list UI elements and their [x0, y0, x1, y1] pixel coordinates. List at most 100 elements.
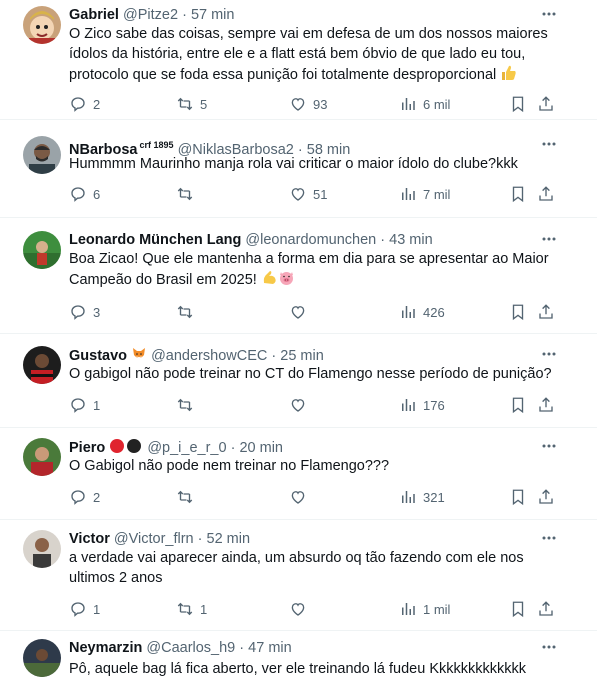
tweet[interactable]: Gustavo @andershowCEC · 25 min O gabigol… [0, 334, 597, 428]
author-handle[interactable]: @p_i_e_r_0 [147, 440, 226, 456]
share-button[interactable] [537, 94, 555, 114]
author-handle[interactable]: @Pitze2 [123, 7, 178, 23]
views-button[interactable]: 426 [399, 302, 445, 322]
views-count: 426 [423, 304, 445, 320]
tweet-text-line: ultimos 2 anos [69, 570, 163, 586]
like-button[interactable] [289, 395, 313, 415]
author-handle[interactable]: @Caarlos_h9 [146, 640, 235, 656]
reply-button[interactable]: 6 [69, 184, 100, 204]
timestamp[interactable]: 43 min [389, 232, 433, 248]
reply-button[interactable]: 1 [69, 599, 100, 619]
bookmark-button[interactable] [509, 487, 527, 507]
more-icon[interactable] [541, 346, 557, 362]
author-name[interactable]: Neymarzin [69, 640, 142, 656]
bookmark-button[interactable] [509, 184, 527, 204]
reply-button[interactable]: 2 [69, 94, 100, 114]
retweet-button[interactable] [176, 184, 200, 204]
more-icon[interactable] [541, 530, 557, 546]
retweet-button[interactable] [176, 487, 200, 507]
bookmark-button[interactable] [509, 599, 527, 619]
views-count: 7 mil [423, 186, 451, 202]
share-icon [539, 96, 553, 111]
like-button[interactable]: 93 [289, 94, 327, 114]
more-icon[interactable] [541, 6, 557, 22]
share-button[interactable] [537, 184, 555, 204]
views-button[interactable]: 6 mil [399, 94, 450, 114]
more-icon[interactable] [541, 231, 557, 247]
reply-button[interactable]: 2 [69, 487, 100, 507]
views-chart-icon [402, 306, 415, 318]
bookmark-icon [512, 304, 524, 321]
author-handle[interactable]: @Victor_flrn [114, 531, 194, 547]
tweet[interactable]: Victor @Victor_flrn · 52 min a verdade v… [0, 520, 597, 631]
views-button[interactable]: 321 [399, 487, 445, 507]
views-button[interactable]: 7 mil [399, 184, 450, 204]
like-button[interactable] [289, 487, 313, 507]
author-name[interactable]: Gustavo [69, 348, 127, 364]
bookmark-icon [512, 601, 524, 618]
like-button[interactable] [289, 302, 313, 322]
tweet-actions: 2 5 93 6 mil [69, 94, 557, 114]
timestamp[interactable]: 52 min [207, 531, 251, 547]
author-handle[interactable]: @andershowCEC [151, 348, 267, 364]
reply-icon [71, 490, 85, 505]
views-button[interactable]: 1 mil [399, 599, 450, 619]
timestamp[interactable]: 57 min [191, 7, 235, 23]
share-button[interactable] [537, 487, 555, 507]
separator-dot: · [271, 348, 277, 364]
avatar[interactable] [23, 231, 61, 269]
tweet[interactable]: NBarbosa crf 1895 @NiklasBarbosa2 · 58 mi… [0, 120, 597, 218]
tweet-text-line-content: Campeão do Brasil em 2025! [69, 272, 257, 288]
tweet-text-line: O gabigol não pode treinar no CT do Flam… [69, 366, 552, 382]
more-icon[interactable] [541, 438, 557, 454]
reply-count: 2 [93, 96, 101, 112]
avatar[interactable] [23, 438, 61, 476]
author-name[interactable]: Gabriel [69, 7, 119, 23]
avatar[interactable] [23, 530, 61, 568]
share-button[interactable] [537, 302, 555, 322]
like-button[interactable]: 51 [289, 184, 327, 204]
views-chart-icon [402, 98, 415, 110]
views-button[interactable]: 176 [399, 395, 445, 415]
retweet-button[interactable]: 5 [176, 94, 207, 114]
reply-icon [71, 602, 85, 617]
bookmark-button[interactable] [509, 302, 527, 322]
retweet-icon [177, 305, 193, 319]
author-badge-text: crf 1895 [139, 140, 174, 150]
share-button[interactable] [537, 599, 555, 619]
bookmark-icon [512, 397, 524, 414]
author-name[interactable]: Victor [69, 531, 110, 547]
bookmark-button[interactable] [509, 94, 527, 114]
avatar[interactable] [23, 346, 61, 384]
reply-icon [71, 305, 85, 320]
retweet-button[interactable]: 1 [176, 599, 207, 619]
retweet-button[interactable] [176, 302, 200, 322]
tweet-actions: 1 176 [69, 395, 557, 415]
retweet-button[interactable] [176, 395, 200, 415]
tweet[interactable]: Neymarzin @Caarlos_h9 · 47 min Pô, aquel… [0, 631, 597, 685]
author-name[interactable]: Piero [69, 440, 105, 456]
reply-button[interactable]: 1 [69, 395, 100, 415]
share-button[interactable] [537, 395, 555, 415]
author-name[interactable]: Leonardo München Lang [69, 232, 241, 248]
avatar[interactable] [23, 639, 61, 677]
retweet-icon [177, 602, 193, 616]
timestamp[interactable]: 20 min [239, 440, 283, 456]
pig-face-emoji-icon [278, 269, 295, 292]
timestamp[interactable]: 47 min [248, 640, 292, 656]
author-handle[interactable]: @leonardomunchen [245, 232, 376, 248]
bookmark-button[interactable] [509, 395, 527, 415]
like-button[interactable] [289, 599, 313, 619]
reply-icon [71, 398, 85, 413]
tweet[interactable]: Piero @p_i_e_r_0 · 20 min O Gabigol não … [0, 428, 597, 520]
tweet[interactable]: Leonardo München Lang @leonardomunchen ·… [0, 218, 597, 334]
more-icon[interactable] [541, 639, 557, 655]
more-icon[interactable] [541, 136, 557, 152]
timestamp[interactable]: 25 min [280, 348, 324, 364]
avatar[interactable] [23, 136, 61, 174]
views-chart-icon [402, 603, 415, 615]
retweet-icon [177, 398, 193, 412]
tweet[interactable]: Gabriel @Pitze2 · 57 min O Zico sabe das… [0, 0, 597, 120]
avatar[interactable] [23, 6, 61, 44]
reply-button[interactable]: 3 [69, 302, 100, 322]
